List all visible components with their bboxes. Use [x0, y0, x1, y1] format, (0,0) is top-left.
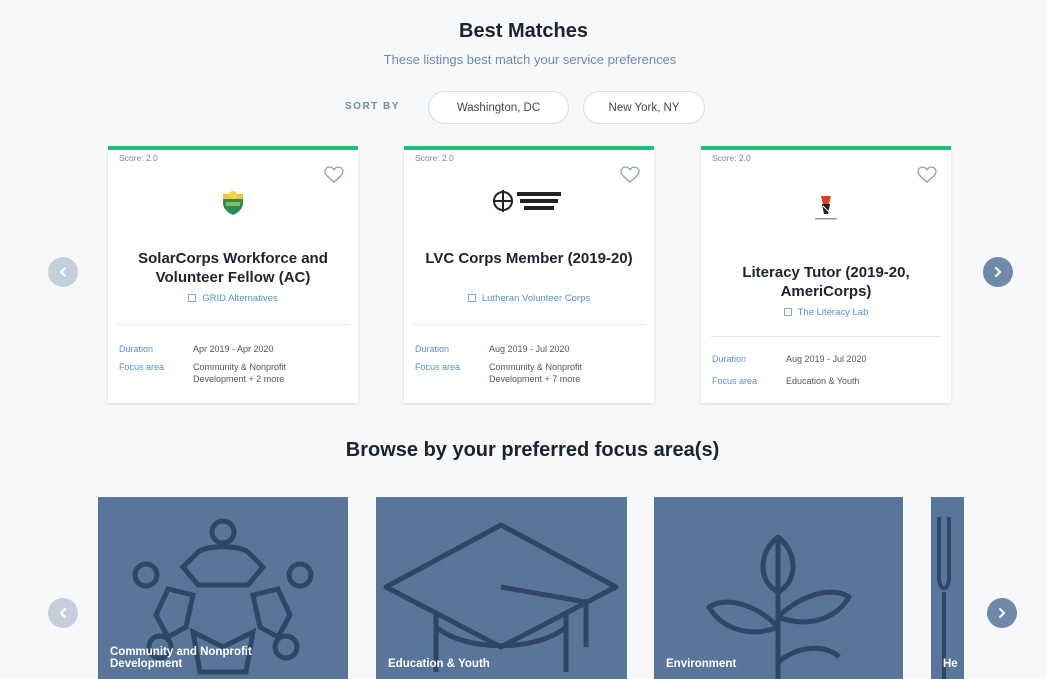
best-matches-page: Best Matches These listings best match y… [0, 0, 1047, 679]
building-icon [467, 294, 476, 302]
organization-logo [108, 188, 358, 216]
graduation-cap-icon [383, 522, 619, 672]
organization-logo [701, 192, 951, 222]
card-divider [414, 324, 644, 325]
focus-area-label: Education & Youth [388, 658, 490, 670]
focus-area-tile-community[interactable]: Community and Nonprofit Development [98, 497, 348, 679]
listing-organization[interactable]: Lutheran Volunteer Corps [404, 293, 654, 304]
sort-by-label: SORT BY [345, 101, 400, 112]
listing-title[interactable]: Literacy Tutor (2019-20, AmeriCorps) [709, 263, 943, 301]
chevron-left-icon [60, 267, 66, 277]
focus-area-value: Education & Youth [786, 376, 860, 386]
building-icon [188, 294, 197, 302]
listings-next-button[interactable] [983, 257, 1013, 287]
browse-section-title: Browse by your preferred focus area(s) [345, 439, 720, 461]
duration-label: Duration [712, 354, 747, 364]
sort-option-new-york-ny[interactable]: New York, NY [583, 91, 705, 124]
organization-name[interactable]: Lutheran Volunteer Corps [482, 293, 590, 304]
listing-organization[interactable]: GRID Alternatives [108, 293, 358, 304]
organization-logo [404, 188, 654, 214]
duration-label: Duration [119, 344, 154, 354]
lutheran-volunteer-corps-logo [493, 190, 561, 212]
focus-area-label: Environment [666, 658, 737, 670]
grid-alternatives-logo [223, 191, 243, 215]
focus-area-tile-education[interactable]: Education & Youth [376, 497, 627, 679]
duration-value: Apr 2019 - Apr 2020 [193, 344, 274, 354]
focus-area-value: Community & Nonprofit Development + 2 mo… [193, 362, 287, 384]
listing-title[interactable]: LVC Corps Member (2019-20) [412, 249, 646, 268]
listing-score: Score: 2.0 [119, 153, 158, 163]
page-subtitle: These listings best match your service p… [383, 52, 677, 67]
duration-label: Duration [415, 344, 450, 354]
heart-icon[interactable] [324, 166, 344, 184]
heart-icon[interactable] [917, 166, 937, 184]
focus-area-value: Community & Nonprofit Development + 7 mo… [489, 362, 583, 384]
listing-card[interactable]: Score: 2.0 Literacy Tutor (2019-20, Amer… [701, 146, 951, 403]
building-icon [783, 308, 792, 316]
card-divider [711, 336, 941, 337]
fork-icon [937, 517, 951, 679]
listing-organization[interactable]: The Literacy Lab [701, 307, 951, 318]
focus-areas-next-button[interactable] [987, 598, 1017, 628]
listing-title[interactable]: SolarCorps Workforce and Volunteer Fello… [116, 249, 350, 287]
listing-score: Score: 2.0 [415, 153, 454, 163]
organization-name[interactable]: The Literacy Lab [798, 307, 869, 318]
plant-icon [706, 534, 852, 679]
heart-icon[interactable] [620, 166, 640, 184]
listings-prev-button[interactable] [48, 257, 78, 287]
page-title: Best Matches [459, 20, 588, 42]
focus-area-label: Focus area [415, 362, 461, 372]
chevron-right-icon [999, 608, 1005, 618]
focus-area-tile-environment[interactable]: Environment [654, 497, 903, 679]
literacy-lab-logo [815, 196, 837, 220]
sort-option-washington-dc[interactable]: Washington, DC [428, 91, 569, 124]
listing-card[interactable]: Score: 2.0 SolarCorps Workforce and Volu… [108, 146, 358, 403]
focus-areas-prev-button[interactable] [48, 598, 78, 628]
focus-area-label: Focus area [712, 376, 758, 386]
focus-area-label: Focus area [119, 362, 165, 372]
focus-area-tile-health[interactable]: He [931, 497, 964, 679]
card-divider [118, 324, 348, 325]
focus-area-label: Community and Nonprofit Development [110, 646, 252, 670]
organization-name[interactable]: GRID Alternatives [202, 293, 278, 304]
chevron-left-icon [60, 608, 66, 618]
focus-area-label: He [943, 658, 958, 670]
chevron-right-icon [995, 267, 1001, 277]
duration-value: Aug 2019 - Jul 2020 [786, 354, 867, 364]
listing-score: Score: 2.0 [712, 153, 751, 163]
duration-value: Aug 2019 - Jul 2020 [489, 344, 570, 354]
listing-card[interactable]: Score: 2.0 LVC Corps Member (2019-20) Lu… [404, 146, 654, 403]
